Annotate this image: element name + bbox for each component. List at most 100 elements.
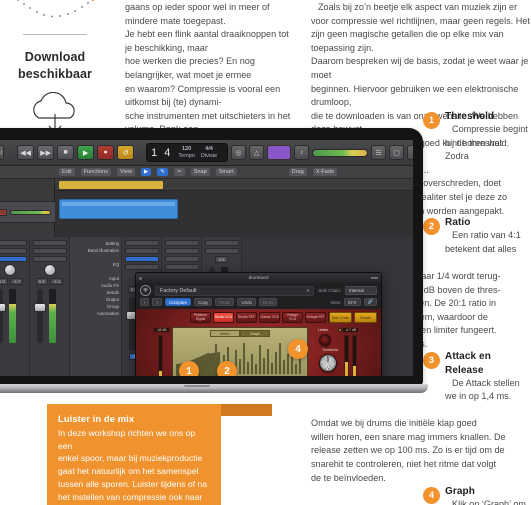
graph-tab[interactable]: Graph xyxy=(240,330,270,337)
master-level-meter xyxy=(312,148,369,157)
menu-view[interactable]: View xyxy=(116,168,135,176)
setting-slot[interactable] xyxy=(124,240,159,246)
view-select[interactable]: EFX xyxy=(343,298,361,306)
circuit-studio-vca[interactable]: Studio VCA xyxy=(213,312,234,323)
setting-slot[interactable] xyxy=(204,240,239,246)
record-icon[interactable]: ● xyxy=(97,145,115,160)
metronome-icon[interactable]: △ xyxy=(249,145,265,160)
compressor-plugin-window[interactable]: drumloed ⎈ Factory Default Side Chain: I… xyxy=(135,272,382,376)
tuner-icon[interactable]: ◎ xyxy=(231,145,247,160)
fx-slot[interactable] xyxy=(0,256,27,262)
cycle-icon[interactable]: ↺ xyxy=(117,145,135,160)
loops-icon[interactable]: ○ xyxy=(407,145,413,160)
arrangement-marker[interactable] xyxy=(59,181,163,189)
graph-meter-toggle[interactable]: Meter Graph xyxy=(210,330,270,337)
output-meter-r xyxy=(352,335,357,376)
track-header[interactable]: drumloed M S R xyxy=(0,201,55,223)
right-threshold-knob[interactable] xyxy=(319,354,337,372)
plugin-view-tabs[interactable]: Side Chain Details xyxy=(329,312,377,323)
eq-slot[interactable] xyxy=(164,248,199,254)
plugin-window-title: drumloed xyxy=(248,275,269,281)
menu-xfade[interactable]: X-Fade xyxy=(312,168,338,176)
plugin-titlebar[interactable]: drumloed xyxy=(136,273,381,283)
fx-slot-compressor[interactable] xyxy=(124,256,159,262)
tip-text-3: Omdat we bij drums die initiële klap goe… xyxy=(311,418,506,483)
input-slot[interactable] xyxy=(0,240,27,246)
details-tab[interactable]: Details xyxy=(354,312,377,323)
eq-slot[interactable] xyxy=(204,248,239,254)
fader-track xyxy=(36,289,43,343)
menu-edit[interactable]: Edit xyxy=(59,168,75,176)
menu-snap[interactable]: Snap xyxy=(190,168,210,176)
eq-slot[interactable] xyxy=(0,248,27,254)
setting-slot[interactable] xyxy=(164,240,199,246)
fader-handle[interactable] xyxy=(0,303,6,312)
limiter-knob[interactable] xyxy=(319,334,331,346)
audio-region[interactable] xyxy=(59,199,178,219)
channel-strip[interactable]: 0.9 -4.1 xyxy=(30,237,70,376)
channel-strip[interactable]: 0.0 -4.7 xyxy=(0,237,30,376)
menu-drag[interactable]: Drag xyxy=(288,168,307,176)
fx-slot[interactable] xyxy=(32,256,67,262)
preset-prev-button[interactable]: ‹ xyxy=(140,298,150,306)
circuit-platinum-digital[interactable]: Platinum Digital xyxy=(190,312,211,323)
channel-fader[interactable] xyxy=(33,289,67,343)
redo-button[interactable]: Redo xyxy=(258,298,278,306)
circuit-vintage-fet[interactable]: Vintage FET xyxy=(305,312,326,323)
stop-icon[interactable]: ■ xyxy=(57,145,75,160)
tip-title-2: Ratio xyxy=(445,217,471,229)
fader-handle[interactable] xyxy=(33,303,46,312)
link-icon[interactable]: 🔗 xyxy=(363,298,377,306)
eq-slot[interactable] xyxy=(124,248,159,254)
power-icon[interactable]: ⎈ xyxy=(140,285,151,296)
output-slot[interactable] xyxy=(164,264,199,270)
pan-knob[interactable] xyxy=(43,264,56,276)
toolbar-right-group: ◎ △ ♪ ☰ ▢ ○ ⚙ xyxy=(231,145,413,160)
menu-smart[interactable]: Smart xyxy=(215,168,237,176)
master-volume-icon[interactable]: ♪ xyxy=(294,145,310,160)
pan-value: 0.9 xyxy=(35,278,48,285)
transport-lcd[interactable]: 1 4 120 Tempo 4/4 Divisie xyxy=(146,143,229,162)
rewind-icon[interactable]: ◀◀ xyxy=(17,145,35,160)
meter-tab[interactable]: Meter xyxy=(210,330,240,337)
toolbar-icon-c[interactable]: ♪ xyxy=(0,145,5,160)
transport-controls[interactable]: ◀◀ ▶▶ ■ ▶ ● ↺ xyxy=(17,145,135,160)
plugin-close-icon[interactable] xyxy=(139,276,142,280)
overlay-badge-1: 1 xyxy=(179,361,199,376)
inspector-region-row[interactable]: Region: Audio Defaults xyxy=(0,182,50,188)
menu-functions[interactable]: Functions xyxy=(80,168,111,176)
view-label: View: xyxy=(330,299,341,305)
notes-icon[interactable]: ▢ xyxy=(389,145,405,160)
output-slot[interactable] xyxy=(124,264,159,270)
tool-pencil[interactable]: ✎ xyxy=(157,168,168,176)
lcd-position: 1 4 xyxy=(151,146,173,159)
side-chain-select[interactable]: Internal xyxy=(345,286,377,295)
side-chain-tab[interactable]: Side Chain xyxy=(329,312,352,323)
circuit-vintage-vca[interactable]: Vintage VCA xyxy=(282,312,303,323)
pan-knob[interactable] xyxy=(3,264,16,276)
list-editors-icon[interactable]: ☰ xyxy=(371,145,387,160)
inspector-track-row[interactable]: Track: drumloed xyxy=(0,191,50,197)
fast-forward-icon[interactable]: ▶▶ xyxy=(37,145,55,160)
count-in-icon[interactable] xyxy=(267,145,292,160)
preset-next-button[interactable]: › xyxy=(152,298,162,306)
circuit-classic-vca[interactable]: Classic VCA xyxy=(259,312,280,323)
undo-button[interactable]: Undo xyxy=(237,298,256,306)
fx-slot[interactable] xyxy=(164,256,199,262)
eq-slot[interactable] xyxy=(32,248,67,254)
preset-selector[interactable]: Factory Default xyxy=(155,285,315,296)
paste-button[interactable]: Paste xyxy=(215,298,235,306)
compare-button[interactable]: Compare xyxy=(164,298,191,306)
tip-badge-3: 3 xyxy=(423,351,440,369)
tool-pointer[interactable]: ▶ xyxy=(140,168,152,176)
track-record-button[interactable]: R xyxy=(0,208,8,216)
channel-fader[interactable] xyxy=(0,289,27,343)
plugin-resize-icon[interactable] xyxy=(371,277,378,279)
track-volume-fader[interactable] xyxy=(10,209,51,215)
circuit-studio-fet[interactable]: Studio FET xyxy=(236,312,257,323)
copy-button[interactable]: Copy xyxy=(194,298,213,306)
callout-title: Luister in de mix xyxy=(58,413,135,424)
input-slot[interactable] xyxy=(32,240,67,246)
play-icon[interactable]: ▶ xyxy=(77,145,95,160)
tool-scissors[interactable]: ✂ xyxy=(173,168,185,176)
